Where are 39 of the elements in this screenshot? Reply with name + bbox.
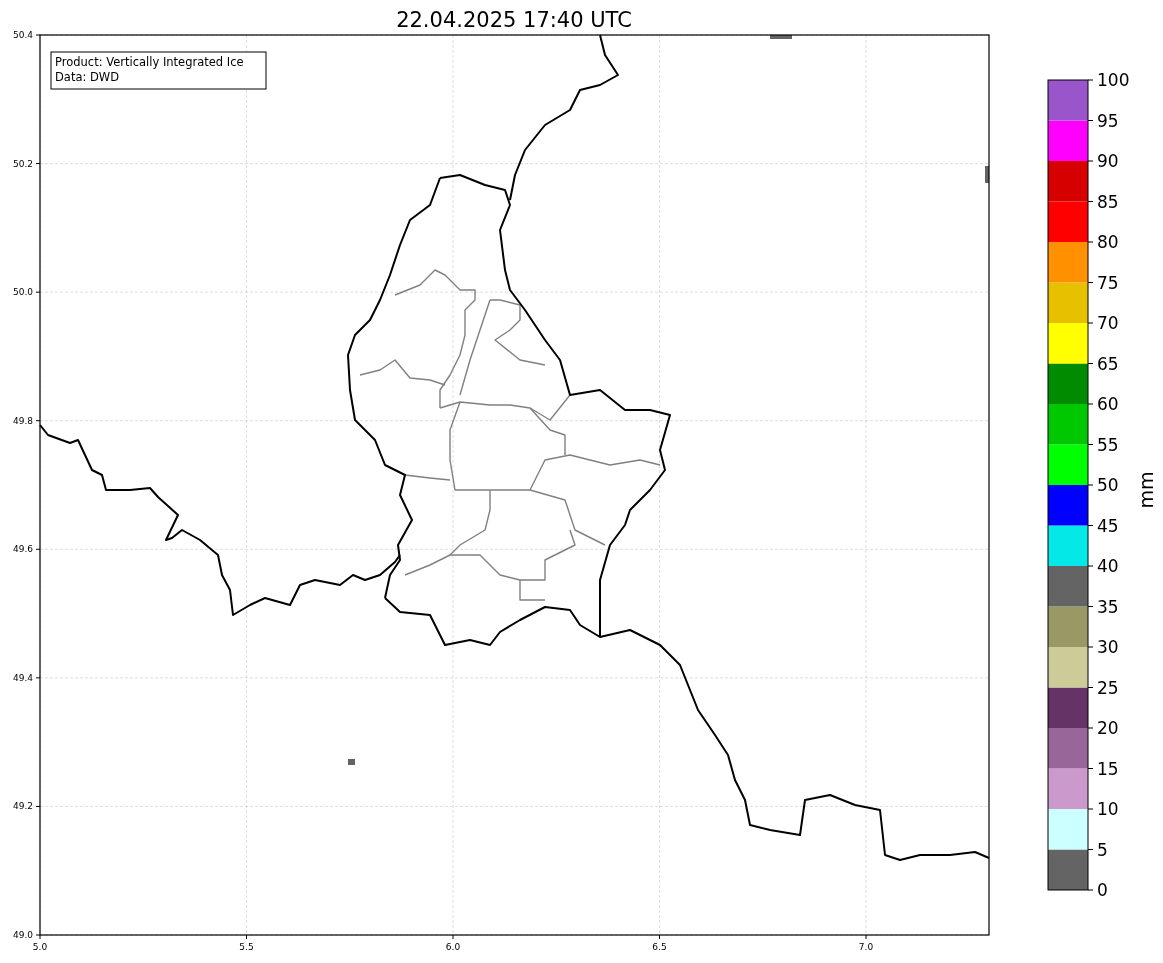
axis-tick: 6.0 xyxy=(445,934,461,952)
colorbar-tick: 0 xyxy=(1087,880,1108,900)
colorbar-tick: 35 xyxy=(1087,596,1119,617)
axis-tick: 50.4 xyxy=(12,30,41,40)
axis-tick: 49.8 xyxy=(12,415,41,426)
colorbar-tick: 20 xyxy=(1087,718,1119,738)
colorbar-tick: 40 xyxy=(1087,556,1119,576)
colorbar-tick: 100 xyxy=(1087,70,1130,90)
axis-tick: 50.0 xyxy=(12,287,41,298)
colorbar-tick: 25 xyxy=(1087,677,1119,698)
axis-tick: 49.2 xyxy=(12,801,41,812)
info-text: Product: Vertically Integrated Ice xyxy=(55,55,244,69)
colorbar-tick: 55 xyxy=(1087,434,1119,455)
colorbar-tick: 50 xyxy=(1087,475,1119,495)
axis-tick: 7.0 xyxy=(858,934,874,952)
colorbar-tick: 90 xyxy=(1087,151,1119,171)
info-text: Data: DWD xyxy=(55,70,120,84)
colorbar-tick: 70 xyxy=(1087,313,1119,333)
chart-title: 22.04.2025 17:40 UTC xyxy=(396,8,632,32)
colorbar-tick: 45 xyxy=(1087,515,1119,536)
colorbar-tick: 80 xyxy=(1087,232,1119,252)
colorbar-tick: 5 xyxy=(1087,839,1108,860)
colorbar-tick: 15 xyxy=(1087,758,1119,779)
colorbar-tick: 60 xyxy=(1087,394,1119,414)
axis-tick: 50.2 xyxy=(12,158,41,169)
axis-tick: 49.6 xyxy=(12,544,41,555)
axis-tick: 6.5 xyxy=(652,934,667,952)
colorbar-tick: 95 xyxy=(1087,110,1119,131)
axis-tick: 5.5 xyxy=(239,934,254,952)
axis-tick: 49.4 xyxy=(12,672,41,683)
radar-pixel xyxy=(985,166,989,183)
colorbar-tick: 75 xyxy=(1087,272,1119,293)
colorbar-tick: 85 xyxy=(1087,191,1119,212)
radar-pixel xyxy=(348,759,355,765)
colorbar-tick: 30 xyxy=(1087,637,1119,657)
colorbar-label: mm xyxy=(1135,471,1157,509)
colorbar-tick: 10 xyxy=(1087,799,1119,819)
colorbar-tick: 65 xyxy=(1087,353,1119,374)
radar-pixel xyxy=(770,35,792,39)
